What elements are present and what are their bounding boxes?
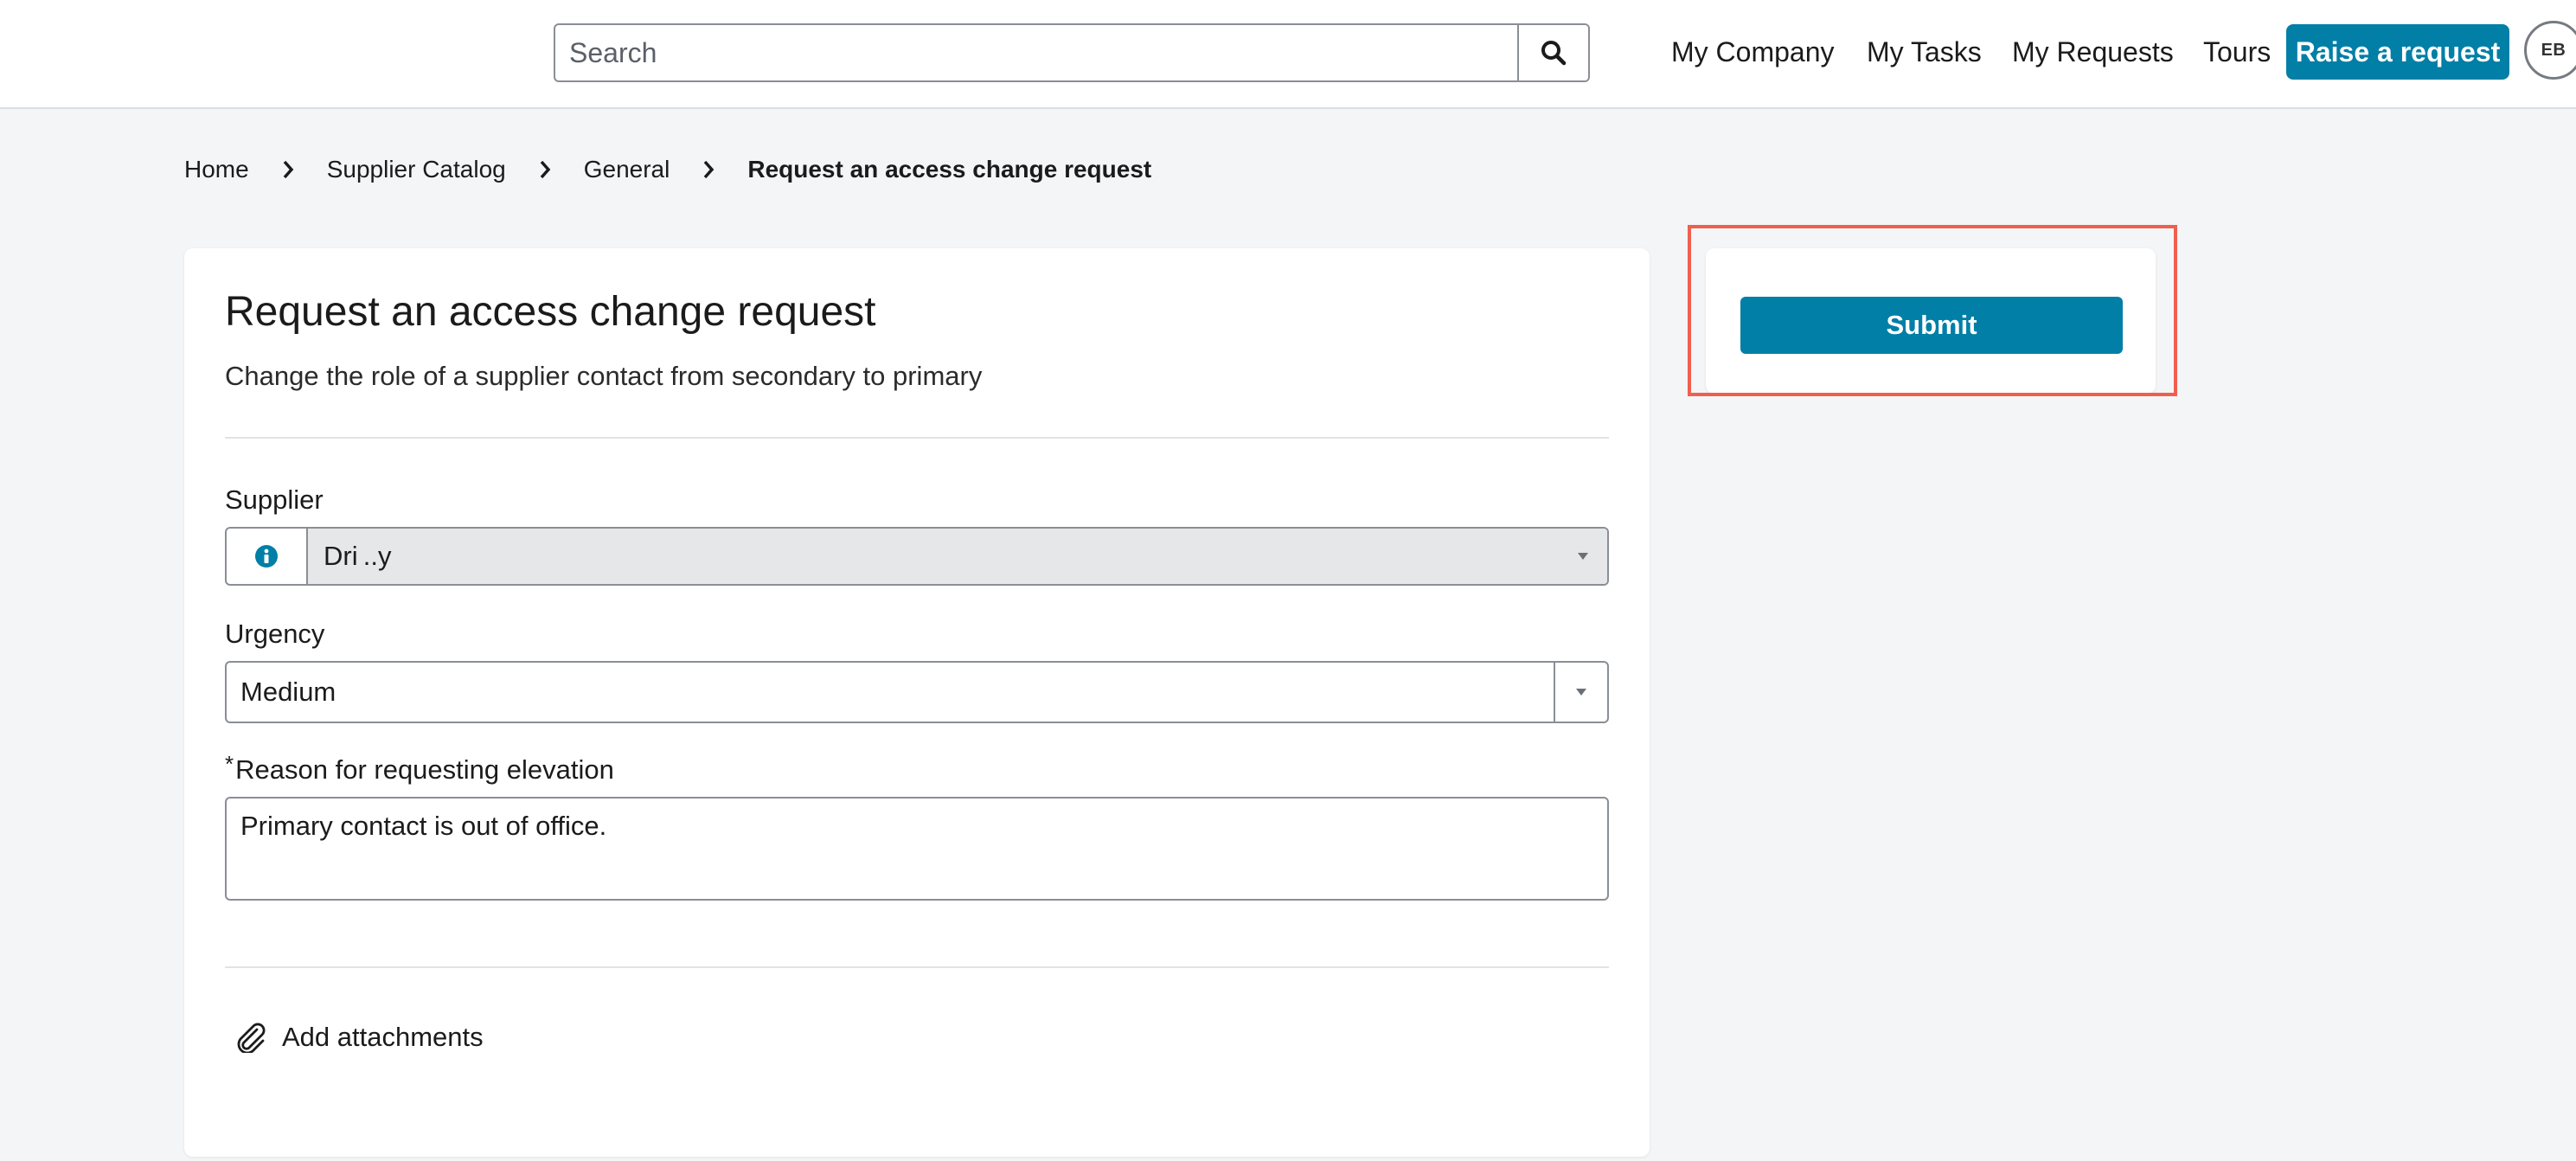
nav-my-requests[interactable]: My Requests	[2012, 23, 2174, 80]
urgency-select[interactable]: Medium	[225, 661, 1609, 723]
search-icon	[1541, 41, 1567, 66]
submit-button[interactable]: Submit	[1740, 297, 2123, 354]
supplier-select[interactable]: Dri ..y	[308, 529, 1607, 584]
reason-value: Primary contact is out of office.	[240, 811, 607, 841]
reason-label: Reason for requesting elevation	[235, 754, 614, 785]
breadcrumb-supplier-catalog[interactable]: Supplier Catalog	[327, 156, 506, 183]
urgency-value: Medium	[240, 677, 336, 707]
page-subtitle: Change the role of a supplier contact fr…	[225, 361, 983, 391]
nav-my-company[interactable]: My Company	[1671, 23, 1835, 80]
supplier-field: Dri ..y	[225, 527, 1609, 586]
info-icon	[255, 545, 278, 568]
divider	[225, 437, 1609, 439]
chevron-right-icon	[670, 159, 747, 180]
urgency-dropdown-toggle[interactable]	[1554, 663, 1607, 722]
supplier-info-button[interactable]	[227, 529, 308, 584]
nav-my-tasks[interactable]: My Tasks	[1867, 23, 1982, 80]
raise-request-button[interactable]: Raise a request	[2286, 24, 2509, 80]
reason-label-row: *Reason for requesting elevation	[225, 751, 614, 786]
breadcrumb-home[interactable]: Home	[184, 156, 249, 183]
urgency-label: Urgency	[225, 619, 325, 649]
top-navigation-bar: My Company My Tasks My Requests Tours Ra…	[0, 0, 2576, 109]
breadcrumb-current: Request an access change request	[747, 156, 1152, 183]
caret-down-icon	[1576, 689, 1586, 696]
page-title: Request an access change request	[225, 289, 876, 335]
search-button[interactable]	[1517, 25, 1588, 80]
request-form-card: Request an access change request Change …	[184, 248, 1650, 1157]
chevron-right-icon	[506, 159, 584, 180]
paperclip-icon	[234, 1022, 268, 1053]
supplier-value: Dri ..y	[324, 541, 392, 571]
add-attachments-label: Add attachments	[282, 1022, 484, 1052]
user-avatar[interactable]: EB	[2524, 21, 2576, 80]
add-attachments-link[interactable]: Add attachments	[234, 1018, 484, 1056]
breadcrumb-general[interactable]: General	[584, 156, 670, 183]
divider	[225, 966, 1609, 968]
chevron-right-icon	[249, 159, 327, 180]
reason-textarea[interactable]: Primary contact is out of office.	[225, 797, 1609, 901]
breadcrumb: Home Supplier Catalog General Request an…	[184, 152, 1151, 187]
nav-tours[interactable]: Tours	[2203, 23, 2271, 80]
required-marker: *	[225, 751, 234, 777]
caret-down-icon	[1578, 553, 1588, 560]
search-box	[554, 23, 1590, 82]
search-input[interactable]	[555, 25, 1517, 80]
supplier-label: Supplier	[225, 484, 324, 515]
submit-panel: Submit	[1706, 248, 2156, 394]
